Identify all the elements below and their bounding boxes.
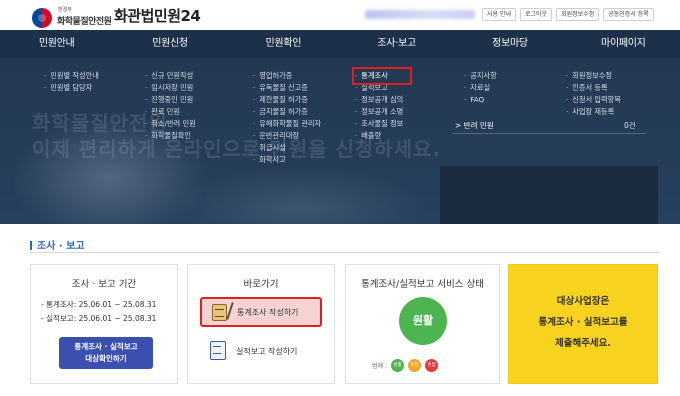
menu-item[interactable]: 유해화학물질 관리자 (253, 118, 321, 130)
header-utility-buttons: 사용 안내 로그아웃 회원정보수정 공동인증서 등록 (482, 8, 654, 21)
menu-item[interactable]: 운반관리대장 (253, 130, 321, 142)
notepad-icon (212, 304, 227, 321)
shortcut-card-title: 바로가기 (243, 279, 279, 290)
check-target-button[interactable]: 통계조사 · 실적보고 대상확인하기 (59, 337, 153, 369)
report-period: - 실적보고: 25.06.01 ~ 25.08.31 (41, 314, 157, 323)
legend-smooth: 원활 (390, 359, 404, 372)
menu-col-civil-guide: 민원별 작성안내 민원별 담당자 (44, 70, 99, 94)
legend-delay: 지연 (407, 359, 421, 372)
notice-card: 대상사업장은 통계조사 · 실적보고를 제출해주세요. (508, 264, 658, 384)
period-card: 조사 · 보고 기간 - 통계조사: 25.06.01 ~ 25.08.31 -… (30, 264, 178, 384)
notice-text: 대상사업장은 통계조사 · 실적보고를 제출해주세요. (538, 296, 628, 349)
legend-congested: 혼잡 (424, 359, 438, 372)
nav-civil-guide[interactable]: 민원안내 (0, 30, 113, 58)
write-performance-report-button[interactable]: 실적보고 작성하기 (210, 341, 320, 361)
menu-item[interactable]: 배출량 (355, 130, 409, 142)
menu-item[interactable]: 제한물질 허가증 (253, 94, 321, 106)
blurred-user-info (365, 10, 475, 19)
period-card-title: 조사 · 보고 기간 (71, 279, 137, 290)
service-status-card: 통계조사/실적보고 서비스 상태 원활 범례 : 원활 지연 혼잡 (345, 264, 500, 384)
site-header: 환경부 화학물질안전원 화관법민원24 사용 안내 로그아웃 회원정보수정 공동… (0, 0, 680, 30)
pen-icon (226, 302, 234, 320)
menu-item-statistics-survey[interactable]: 통계조사 (352, 67, 412, 85)
nav-info[interactable]: 정보마당 (453, 30, 566, 58)
menu-item[interactable]: 취소/반려 민원 (145, 118, 195, 130)
mega-menu: 화학물질안전원 이제 편리하게 온라인으로 민원을 신청하세요. 민원별 작성안… (0, 58, 680, 224)
section-title: 조사 · 보고 (30, 237, 85, 252)
write-statistics-survey-button[interactable]: 통계조사 작성하기 (200, 297, 322, 327)
government-emblem-icon[interactable] (32, 8, 52, 28)
site-title[interactable]: 화관법민원24 (114, 5, 201, 26)
nav-survey-report[interactable]: 조사·보고 (340, 30, 453, 58)
menu-item[interactable]: 민원별 담당자 (44, 82, 99, 94)
ministry-label: 환경부 (58, 7, 72, 13)
survey-period: - 통계조사: 25.06.01 ~ 25.08.31 (41, 300, 157, 309)
menu-item[interactable]: 민원별 작성안내 (44, 70, 99, 82)
menu-item[interactable]: 정보공개 소명 (355, 106, 409, 118)
menu-col-mypage: 회원정보수정 인증서 등록 신청서 입력항목 사업장 재등록 (566, 70, 621, 118)
logout-button[interactable]: 로그아웃 (520, 8, 553, 21)
menu-item[interactable]: 인증서 등록 (566, 82, 621, 94)
menu-item[interactable]: 자료실 (464, 82, 497, 94)
rejected-civil-count: 0건 (624, 121, 636, 130)
write-statistics-survey-label: 통계조사 작성하기 (237, 308, 299, 317)
menu-item[interactable]: FAQ (464, 94, 497, 106)
menu-item[interactable]: 취급시설 (253, 142, 321, 154)
menu-item[interactable]: 유독물질 신고증 (253, 82, 321, 94)
menu-item[interactable]: 금지물질 허가증 (253, 106, 321, 118)
nav-civil-check[interactable]: 민원확인 (227, 30, 340, 58)
shortcut-card: 바로가기 통계조사 작성하기 실적보고 작성하기 (187, 264, 335, 384)
status-indicator: 원활 (399, 297, 447, 345)
service-status-title: 통계조사/실적보고 서비스 상태 (361, 279, 484, 290)
menu-item[interactable]: 회원정보수정 (566, 70, 621, 82)
menu-item[interactable]: 화학사고 (253, 154, 321, 166)
menu-item[interactable]: 실적보고 (355, 82, 409, 94)
register-certificate-button[interactable]: 공동인증서 등록 (603, 8, 654, 21)
menu-col-civil-apply: 신규 민원작성 임시저장 민원 진행중인 민원 완료 민원 취소/반려 민원 화… (145, 70, 196, 142)
menu-item[interactable]: 사업장 재등록 (566, 106, 621, 118)
panel-divider (452, 133, 646, 134)
menu-item[interactable]: 화학물질확인 (145, 130, 196, 142)
document-edit-icon (210, 341, 226, 360)
menu-col-survey-report: 통계조사 실적보고 정보공개 심의 정보공개 소명 조사물질 정보 배출량 (352, 67, 412, 142)
main-navigation: 민원안내 민원신청 민원확인 조사·보고 정보마당 마이페이지 (0, 30, 680, 58)
rejected-civil-panel (440, 166, 658, 224)
write-performance-report-label: 실적보고 작성하기 (236, 347, 298, 356)
menu-item[interactable]: 신규 민원작성 (145, 70, 196, 82)
nav-mypage[interactable]: 마이페이지 (567, 30, 680, 58)
section-divider (30, 252, 660, 253)
menu-item[interactable]: 조사물질 정보 (355, 118, 409, 130)
usage-guide-button[interactable]: 사용 안내 (482, 8, 516, 21)
rejected-civil-link[interactable]: > 반려 민원 (455, 120, 494, 131)
status-legend: 범례 : 원활 지연 혼잡 (372, 359, 438, 372)
menu-item[interactable]: 영업허가증 (253, 70, 321, 82)
menu-item[interactable]: 임시저장 민원 (145, 82, 196, 94)
legend-label: 범례 : (372, 363, 387, 370)
edit-profile-button[interactable]: 회원정보수정 (556, 8, 600, 21)
menu-col-civil-check: 영업허가증 유독물질 신고증 제한물질 허가증 금지물질 허가증 유해화학물질 … (253, 70, 321, 166)
menu-item[interactable]: 신청서 입력항목 (566, 94, 621, 106)
menu-item[interactable]: 진행중인 민원 (145, 94, 196, 106)
nav-civil-apply[interactable]: 민원신청 (113, 30, 226, 58)
menu-col-info: 공지사항 자료실 FAQ (464, 70, 497, 106)
institute-name[interactable]: 화학물질안전원 (57, 14, 112, 27)
menu-item[interactable]: 완료 민원 (145, 106, 196, 118)
menu-item[interactable]: 정보공개 심의 (355, 94, 409, 106)
menu-item[interactable]: 공지사항 (464, 70, 496, 82)
